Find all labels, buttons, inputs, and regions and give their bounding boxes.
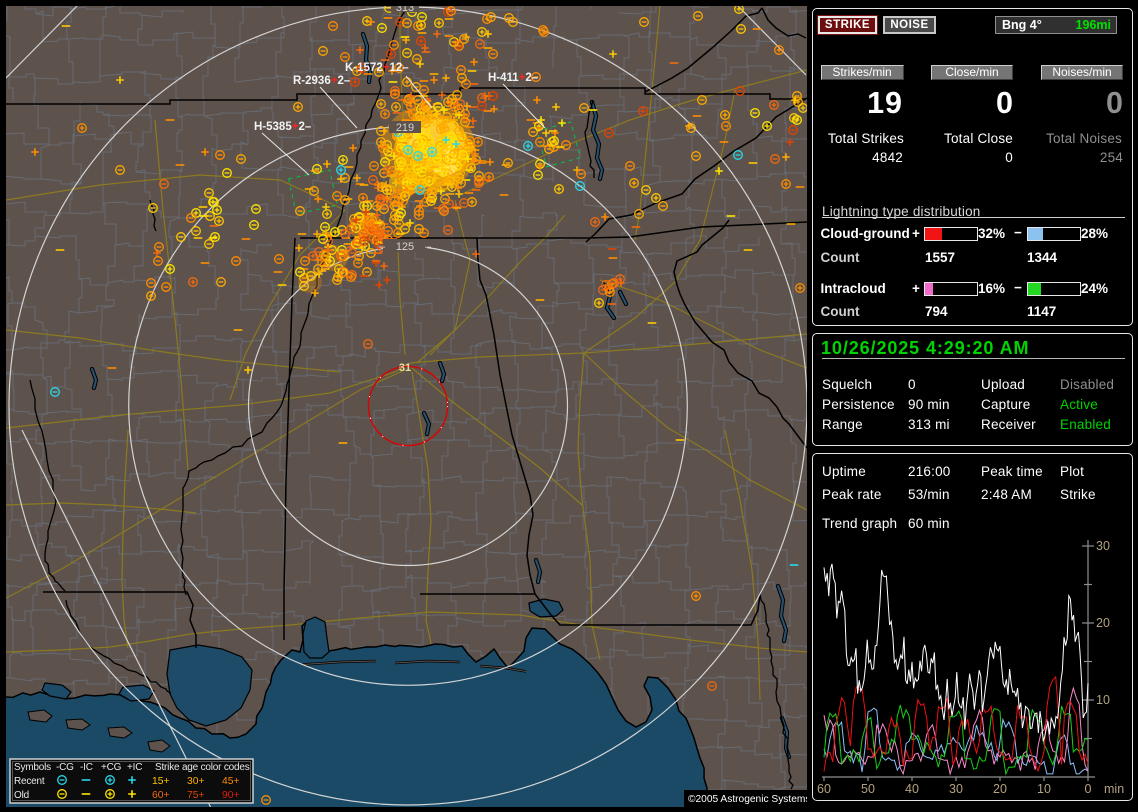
svg-text:15+: 15+ xyxy=(152,776,169,787)
svg-text:313: 313 xyxy=(396,6,414,14)
svg-text:H-5385+2–: H-5385+2– xyxy=(254,121,312,133)
svg-text:31: 31 xyxy=(399,362,411,374)
svg-text:60: 60 xyxy=(817,782,831,796)
svg-text:30: 30 xyxy=(1096,539,1110,553)
svg-text:Recent: Recent xyxy=(14,776,45,787)
svg-text:Strike age color codes: Strike age color codes xyxy=(155,762,250,773)
svg-text:min: min xyxy=(1104,782,1124,796)
svg-text:+CG: +CG xyxy=(101,762,122,773)
svg-text:–: – xyxy=(379,241,386,253)
svg-text:R-2936+2–: R-2936+2– xyxy=(293,75,351,87)
svg-text:Old: Old xyxy=(14,790,29,801)
svg-text:30+: 30+ xyxy=(187,776,204,787)
svg-text:-CG: -CG xyxy=(56,762,74,773)
svg-text:45+: 45+ xyxy=(222,776,239,787)
svg-text:H-411+2–: H-411+2– xyxy=(488,72,539,84)
svg-text:K-1572+12–: K-1572+12– xyxy=(345,62,409,74)
svg-text:-IC: -IC xyxy=(80,762,93,773)
svg-text:Symbols: Symbols xyxy=(14,762,51,773)
svg-text:30: 30 xyxy=(949,782,963,796)
svg-text:75+: 75+ xyxy=(187,790,204,801)
svg-text:219: 219 xyxy=(396,122,414,134)
svg-text:+IC: +IC xyxy=(127,762,142,773)
svg-text:10: 10 xyxy=(1037,782,1051,796)
svg-text:50: 50 xyxy=(861,782,875,796)
svg-text:20: 20 xyxy=(993,782,1007,796)
svg-text:–: – xyxy=(425,241,432,253)
svg-text:©2005 Astrogenic Systems: ©2005 Astrogenic Systems xyxy=(688,794,807,805)
svg-text:40: 40 xyxy=(905,782,919,796)
svg-text:20: 20 xyxy=(1096,616,1110,630)
svg-text:125: 125 xyxy=(396,241,414,253)
svg-text:60+: 60+ xyxy=(152,790,169,801)
svg-text:0: 0 xyxy=(1085,782,1092,796)
svg-text:90+: 90+ xyxy=(222,790,239,801)
svg-text:10: 10 xyxy=(1096,693,1110,707)
